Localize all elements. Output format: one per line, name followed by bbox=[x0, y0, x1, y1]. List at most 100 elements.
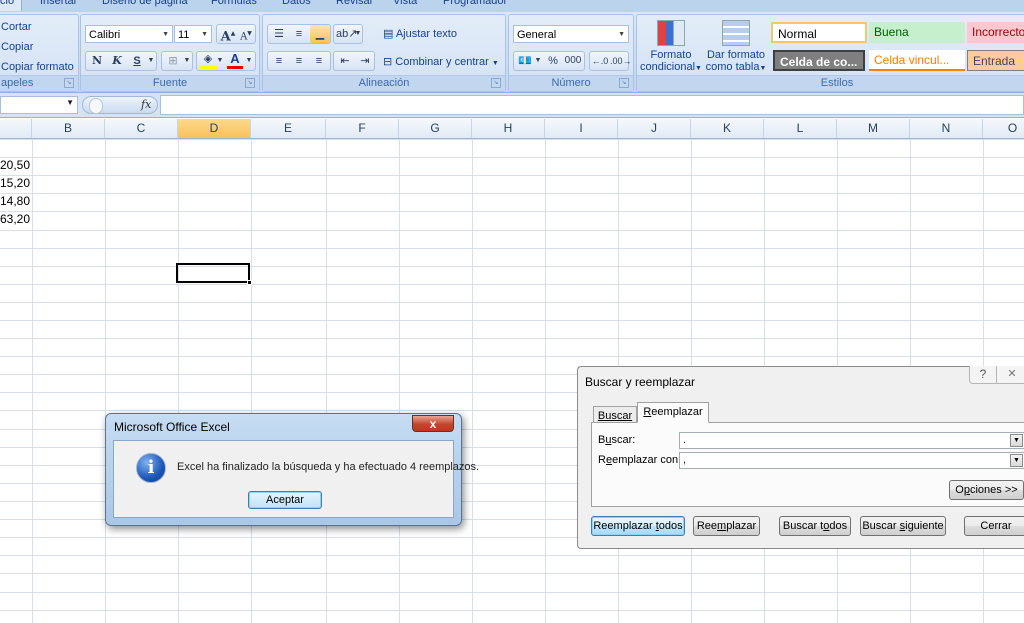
style-celda-vinculada[interactable]: Celda vincul... bbox=[869, 50, 965, 71]
column-header-selected[interactable]: D bbox=[178, 119, 251, 138]
column-header[interactable]: H bbox=[472, 119, 545, 138]
close-button[interactable]: x bbox=[412, 415, 454, 432]
column-header[interactable]: O bbox=[983, 119, 1024, 138]
cell-a4[interactable]: 14,80 bbox=[0, 192, 30, 210]
chevron-down-icon[interactable]: ▼ bbox=[245, 52, 253, 70]
fill-color-icon[interactable]: ◈ bbox=[199, 52, 217, 69]
column-header-a[interactable] bbox=[0, 119, 32, 138]
ok-button[interactable]: Aceptar bbox=[248, 491, 322, 509]
find-next-button[interactable]: Buscar siguiente bbox=[860, 516, 946, 536]
underline-button[interactable]: S bbox=[128, 52, 146, 70]
currency-icon[interactable]: 💶 bbox=[516, 52, 534, 70]
column-header[interactable]: I bbox=[545, 119, 618, 138]
replace-button[interactable]: Reemplazar bbox=[693, 516, 760, 536]
formula-input[interactable] bbox=[160, 95, 1024, 115]
tab-formulas[interactable]: Fórmulas bbox=[211, 0, 257, 11]
column-header[interactable]: K bbox=[691, 119, 764, 138]
cell-a3[interactable]: 15,20 bbox=[0, 174, 30, 192]
formula-splitter-handle[interactable] bbox=[89, 98, 103, 114]
format-painter-button[interactable]: Copiar formato bbox=[1, 61, 74, 73]
replace-value: , bbox=[683, 454, 687, 466]
replace-input[interactable]: , ▼ bbox=[679, 452, 1024, 469]
style-normal[interactable]: Normal bbox=[771, 22, 867, 43]
format-table-icon bbox=[722, 20, 750, 46]
column-header[interactable]: E bbox=[251, 119, 326, 138]
replace-all-button[interactable]: Reemplazar todos bbox=[591, 516, 685, 536]
chevron-down-icon[interactable]: ▼ bbox=[216, 52, 224, 70]
close-button[interactable]: ✕ bbox=[997, 366, 1024, 384]
insert-function-icon[interactable]: fx bbox=[141, 98, 151, 111]
options-button[interactable]: Opciones >> bbox=[949, 480, 1024, 500]
align-middle-icon[interactable]: ≡ bbox=[290, 25, 308, 43]
tab-reemplazar[interactable]: Reemplazar bbox=[637, 402, 709, 423]
tab-datos[interactable]: Datos bbox=[282, 0, 311, 11]
wrap-text-button[interactable]: ▤ Ajustar texto bbox=[383, 27, 457, 40]
dialog-launcher-icon[interactable]: ↘ bbox=[491, 78, 501, 88]
row-gridline bbox=[0, 230, 1024, 231]
chevron-down-icon[interactable]: ▼ bbox=[1010, 434, 1023, 447]
borders-button[interactable]: ⊞ ▼ bbox=[161, 51, 193, 71]
copy-button[interactable]: Copiar bbox=[1, 41, 33, 53]
orientation-button[interactable]: ab↗ ▼ bbox=[333, 24, 363, 44]
number-format-select[interactable]: General ▼ bbox=[513, 25, 629, 43]
increase-decimal-icon[interactable]: ←.0 bbox=[591, 52, 609, 70]
name-box[interactable]: ▼ bbox=[0, 96, 78, 114]
column-header[interactable]: N bbox=[910, 119, 983, 138]
grow-font-icon[interactable]: A▲ bbox=[219, 25, 237, 46]
decrease-decimal-icon[interactable]: .00→ bbox=[610, 52, 632, 70]
dialog-launcher-icon[interactable]: ↘ bbox=[64, 78, 74, 88]
close-dialog-button[interactable]: Cerrar bbox=[964, 516, 1024, 536]
column-header[interactable]: M bbox=[837, 119, 910, 138]
align-left-icon[interactable]: ≡ bbox=[270, 52, 288, 70]
column-header[interactable]: F bbox=[326, 119, 399, 138]
replace-label: Reemplazar con: bbox=[598, 454, 682, 466]
increase-indent-icon[interactable]: ⇥ bbox=[356, 52, 374, 70]
decrease-indent-icon[interactable]: ⇤ bbox=[336, 52, 354, 70]
style-entrada[interactable]: Entrada bbox=[967, 50, 1024, 71]
column-header[interactable]: J bbox=[618, 119, 691, 138]
cell-a2[interactable]: 20,50 bbox=[0, 156, 30, 174]
column-header[interactable]: L bbox=[764, 119, 837, 138]
italic-button[interactable]: K bbox=[108, 52, 126, 70]
bold-button[interactable]: N bbox=[88, 52, 106, 70]
conditional-format-label-text: condicional bbox=[640, 61, 696, 73]
thousands-button[interactable]: 000 bbox=[562, 52, 584, 70]
align-right-icon[interactable]: ≡ bbox=[310, 52, 328, 70]
chevron-down-icon[interactable]: ▼ bbox=[1010, 454, 1023, 467]
percent-button[interactable]: % bbox=[546, 52, 560, 70]
style-buena[interactable]: Buena bbox=[869, 22, 965, 43]
conditional-format-button[interactable]: Formato condicional▼ bbox=[639, 17, 703, 75]
column-header[interactable]: B bbox=[32, 119, 105, 138]
font-size-select[interactable]: 11 ▼ bbox=[174, 25, 212, 43]
find-input[interactable]: . ▼ bbox=[679, 432, 1024, 449]
chevron-down-icon[interactable]: ▼ bbox=[534, 52, 542, 70]
tab-diseno-pagina[interactable]: Diseño de página bbox=[102, 0, 188, 11]
find-all-button[interactable]: Buscar todos bbox=[779, 516, 851, 536]
active-cell[interactable] bbox=[176, 263, 250, 283]
tab-programador[interactable]: Programador bbox=[443, 0, 507, 11]
font-name-select[interactable]: Calibri ▼ bbox=[85, 25, 173, 43]
shrink-font-icon[interactable]: A▼ bbox=[237, 25, 255, 46]
tab-vista[interactable]: Vista bbox=[393, 0, 417, 11]
style-celda-comprobacion[interactable]: Celda de co... bbox=[773, 50, 865, 71]
column-header[interactable]: C bbox=[105, 119, 178, 138]
cell-a5[interactable]: 63,20 bbox=[0, 210, 30, 228]
fill-handle[interactable] bbox=[247, 280, 252, 285]
tab-revisar[interactable]: Revisar bbox=[336, 0, 373, 11]
dialog-launcher-icon[interactable]: ↘ bbox=[245, 78, 255, 88]
help-button[interactable]: ? bbox=[969, 366, 997, 384]
font-color-icon[interactable]: A bbox=[227, 52, 243, 69]
cut-button[interactable]: Cortar bbox=[1, 21, 32, 33]
tab-inicio[interactable]: cio bbox=[0, 0, 23, 11]
align-bottom-icon[interactable]: ▁ bbox=[310, 25, 330, 43]
tab-insertar[interactable]: Insertar bbox=[40, 0, 77, 11]
dialog-launcher-icon[interactable]: ↘ bbox=[619, 78, 629, 88]
align-center-icon[interactable]: ≡ bbox=[290, 52, 308, 70]
chevron-down-icon[interactable]: ▼ bbox=[146, 52, 156, 70]
align-top-icon[interactable]: ☰ bbox=[270, 25, 288, 43]
merge-center-button[interactable]: ⊟ Combinar y centrar ▼ bbox=[383, 55, 499, 68]
format-as-table-button[interactable]: Dar formato como tabla▼ bbox=[704, 17, 768, 75]
chevron-down-icon[interactable]: ▼ bbox=[66, 98, 74, 107]
style-incorrecto[interactable]: Incorrecto bbox=[967, 22, 1024, 43]
column-header[interactable]: G bbox=[399, 119, 472, 138]
